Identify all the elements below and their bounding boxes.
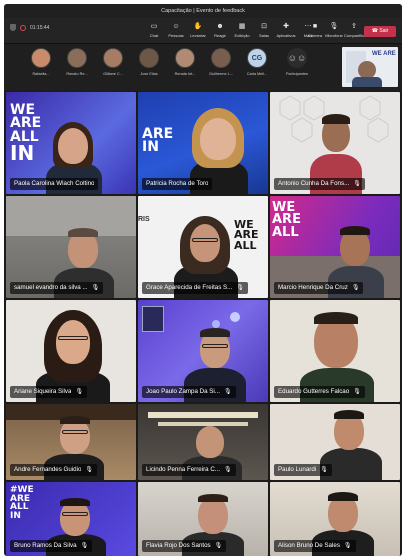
video-tile[interactable]: Flavia Rojo Dos Santos 🎙: [138, 482, 268, 556]
participant-nameplate: Bruno Ramos Da Silva 🎙: [10, 540, 93, 552]
people-icon: ☺☺: [287, 53, 307, 63]
participant-nameplate: Paola Carolina Wlach Coltino: [10, 178, 99, 190]
mic-icon: 🎙: [329, 23, 339, 30]
meeting-title: Capacitação | Evento de feedback: [161, 8, 245, 14]
raise-hand-button[interactable]: ✋ Levantar: [188, 22, 208, 40]
mic-muted-icon: 🎙: [223, 389, 232, 395]
people-icon: ☺: [172, 23, 180, 30]
rooms-icon: ⊡: [261, 23, 267, 30]
participant-nameplate: Flavia Rojo Dos Santos 🎙: [142, 540, 227, 552]
thumbnail[interactable]: Rafaelia...: [24, 48, 58, 86]
avatar: [175, 48, 195, 68]
avatar-initials: CG: [247, 48, 267, 68]
video-tile[interactable]: samuel evandro da silva ... 🎙: [6, 196, 136, 298]
mic-muted-icon: 🎙: [85, 467, 94, 473]
mic-muted-icon: 🎙: [236, 285, 244, 291]
shield-icon: [10, 24, 16, 31]
shared-screen-preview[interactable]: WE ARE: [342, 47, 398, 87]
avatar: [211, 48, 231, 68]
participant-nameplate: Antonio Cunha Da Fons... 🎙: [274, 178, 365, 190]
raise-hand-icon: ✋: [193, 23, 203, 30]
thumbnail[interactable]: Renata Int...: [168, 48, 202, 86]
video-tile[interactable]: Ariane Siqueira Silva 🎙: [6, 300, 136, 402]
mic-muted-icon: 🎙: [343, 543, 352, 549]
react-button[interactable]: ☻ Reagir: [210, 22, 230, 40]
avatar: [103, 48, 123, 68]
mic-muted-icon: 🎙: [353, 389, 361, 395]
leave-button[interactable]: ☎ Sair: [364, 26, 396, 37]
apps-button[interactable]: ✚ Aplicativos: [276, 22, 296, 40]
avatar: [139, 48, 159, 68]
share-button[interactable]: ⇪ Compartilhar: [344, 22, 367, 40]
thumbnail[interactable]: Jose Elias: [132, 48, 166, 86]
rooms-button[interactable]: ⊡ Salas: [254, 22, 274, 40]
video-tile[interactable]: ARE IN Patricia Rocha de Toro: [138, 92, 268, 194]
thumbnail[interactable]: Guilherme L...: [204, 48, 238, 86]
thumbnail[interactable]: CG Carla Mell...: [240, 48, 274, 86]
mic-muted-icon: 🎙: [223, 467, 232, 473]
mic-muted-icon: 🎙: [214, 543, 223, 549]
participant-nameplate: Andre Fernandes Guidio 🎙: [10, 464, 98, 476]
people-button[interactable]: ☺ Pessoas: [166, 22, 186, 40]
mic-button[interactable]: 🎙 Microfone: [324, 22, 344, 40]
participant-nameplate: Marcio Henrique Da Cruz 🎙: [274, 282, 364, 294]
mic-muted-icon: 🎙: [75, 389, 84, 395]
participant-nameplate: Joao Paulo Zampa Da Si... 🎙: [142, 386, 236, 398]
chat-icon: ▭: [150, 23, 158, 30]
phone-icon: ☎: [371, 28, 378, 34]
thumbnail[interactable]: Gilliane C...: [96, 48, 130, 86]
camera-button[interactable]: ■ Câmera: [305, 22, 325, 40]
video-grid: WE ARE ALL IN Paola Carolina Wlach Colti…: [6, 92, 400, 556]
avatar: ☺☺: [287, 48, 307, 68]
react-icon: ☻: [216, 23, 224, 30]
title-bar: Capacitação | Evento de feedback: [4, 4, 402, 18]
video-tile[interactable]: RIS WE ARE ALL Grace Aparecida de Freita…: [138, 196, 268, 298]
participant-nameplate: Alison Bruno De Sales 🎙: [274, 540, 356, 552]
mic-muted-icon: 🎙: [91, 285, 100, 291]
mic-muted-icon: 🎙: [80, 543, 89, 549]
recording-icon: [20, 24, 26, 31]
participant-strip: Rafaelia... Renato Re... Gilliane C... J…: [4, 44, 402, 91]
participants-button[interactable]: ☺☺ Participantes: [280, 48, 314, 86]
mic-muted-icon: 🎙: [353, 181, 361, 187]
video-tile[interactable]: Eduardo Gutterres Falcao 🎙: [270, 300, 400, 402]
video-tile[interactable]: Licindo Penna Ferreira C... 🎙: [138, 404, 268, 480]
participant-nameplate: Paulo Lunardi 🎙: [274, 464, 332, 476]
share-banner: WE ARE: [372, 51, 396, 57]
video-tile[interactable]: WE ARE ALL Marcio Henrique Da Cruz 🎙: [270, 196, 400, 298]
video-tile[interactable]: Antonio Cunha Da Fons... 🎙: [270, 92, 400, 194]
participant-nameplate: Patricia Rocha de Toro: [142, 178, 213, 190]
mic-muted-icon: 🎙: [351, 285, 360, 291]
recording-info: 01:15:44: [10, 24, 49, 31]
video-tile[interactable]: #WE ARE ALL IN Bruno Ramos Da Silva 🎙: [6, 482, 136, 556]
thumbnail[interactable]: Renato Re...: [60, 48, 94, 86]
mic-muted-icon: 🎙: [320, 467, 328, 473]
participant-nameplate: Grace Aparecida de Freitas S... 🎙: [142, 282, 248, 294]
participant-nameplate: samuel evandro da silva ... 🎙: [10, 282, 104, 294]
camera-icon: ■: [312, 23, 318, 30]
video-tile[interactable]: Joao Paulo Zampa Da Si... 🎙: [138, 300, 268, 402]
chat-button[interactable]: ▭ Chat: [144, 22, 164, 40]
share-icon: ⇪: [351, 23, 357, 30]
video-tile[interactable]: Alison Bruno De Sales 🎙: [270, 482, 400, 556]
meeting-timer: 01:15:44: [30, 24, 50, 31]
teams-meeting-window: Capacitação | Evento de feedback 01:15:4…: [4, 4, 402, 556]
participant-nameplate: Ariane Siqueira Silva 🎙: [10, 386, 88, 398]
video-tile[interactable]: Andre Fernandes Guidio 🎙: [6, 404, 136, 480]
participant-nameplate: Eduardo Gutterres Falcao 🎙: [274, 386, 365, 398]
participant-nameplate: Licindo Penna Ferreira C... 🎙: [142, 464, 236, 476]
video-tile[interactable]: WE ARE ALL IN Paola Carolina Wlach Colti…: [6, 92, 136, 194]
view-icon: ▦: [238, 23, 246, 30]
meeting-toolbar: 01:15:44 ▭ Chat ☺ Pessoas ✋ Levantar ☻ Reagi…: [4, 18, 402, 44]
apps-icon: ✚: [283, 23, 289, 30]
avatar: [67, 48, 87, 68]
view-button[interactable]: ▦ Exibição: [232, 22, 252, 40]
avatar: [31, 48, 51, 68]
video-tile[interactable]: Paulo Lunardi 🎙: [270, 404, 400, 480]
